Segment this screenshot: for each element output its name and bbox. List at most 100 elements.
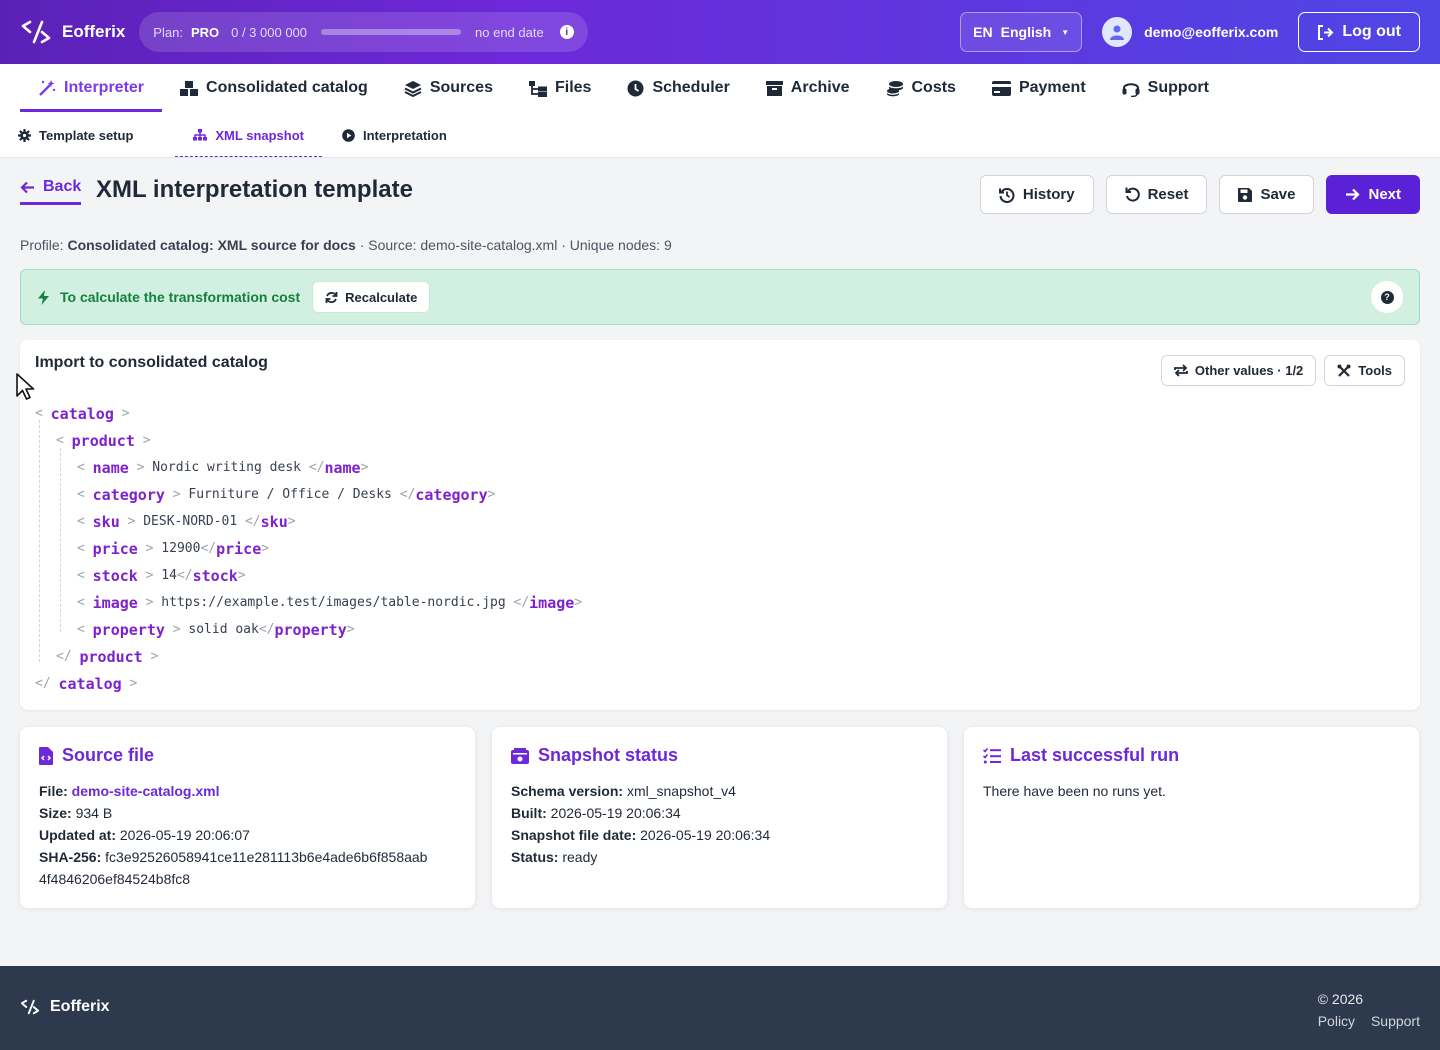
nav-item-consolidated-catalog[interactable]: Consolidated catalog xyxy=(162,64,386,112)
footer-support-link[interactable]: Support xyxy=(1371,1013,1420,1029)
recalculate-button[interactable]: Recalculate xyxy=(312,281,431,313)
next-button[interactable]: Next xyxy=(1326,175,1420,214)
profile-info: Profile: Consolidated catalog: XML sourc… xyxy=(20,237,672,253)
tab-label: XML snapshot xyxy=(215,127,304,143)
reset-button[interactable]: Reset xyxy=(1105,175,1208,214)
gear-icon xyxy=(18,128,31,142)
brand[interactable]: Eofferix xyxy=(20,20,125,44)
xml-field-stock[interactable]: < stock > 14 </stock > xyxy=(35,562,582,589)
play-circle-icon xyxy=(342,128,355,142)
sub-nav: Template setup XML snapshot Interpretati… xyxy=(0,112,1440,158)
recalculate-label: Recalculate xyxy=(345,289,418,305)
xml-field-sku[interactable]: < sku > DESK-NORD-01 </sku > xyxy=(35,508,582,535)
file-sha: fc3e92526058941ce11e281113b6e4ade6b6f858… xyxy=(105,849,428,865)
nav-item-interpreter[interactable]: Interpreter xyxy=(20,64,163,112)
tab-template-setup[interactable]: Template setup xyxy=(18,112,155,158)
source-file-card: Source file File: demo-site-catalog.xml … xyxy=(20,727,475,908)
nav-item-files[interactable]: Files xyxy=(511,64,609,112)
tab-xml-snapshot[interactable]: XML snapshot xyxy=(175,112,322,158)
back-link[interactable]: Back xyxy=(20,178,82,205)
nav-item-support[interactable]: Support xyxy=(1104,64,1227,112)
magic-wand-icon xyxy=(39,80,56,96)
nav-item-sources[interactable]: Sources xyxy=(386,64,511,112)
nav-item-costs[interactable]: Costs xyxy=(868,64,974,112)
logout-button[interactable]: Log out xyxy=(1298,12,1420,52)
tools-icon xyxy=(1337,364,1351,377)
clock-icon xyxy=(627,80,644,96)
footer-brand[interactable]: Eofferix xyxy=(20,998,110,1016)
tree-guide xyxy=(60,448,61,632)
tools-button[interactable]: Tools xyxy=(1324,355,1405,386)
xml-field-property[interactable]: < property > solid oak </property > xyxy=(35,616,582,643)
list-check-icon xyxy=(983,747,1001,763)
source-file-link[interactable]: demo-site-catalog.xml xyxy=(72,783,220,799)
language-selector[interactable]: EN English ▼ xyxy=(960,12,1083,52)
save-label: Save xyxy=(1260,186,1296,203)
profile-label: Profile: xyxy=(20,237,64,253)
reset-label: Reset xyxy=(1147,186,1189,203)
coins-icon xyxy=(886,80,903,96)
nav-item-payment[interactable]: Payment xyxy=(974,64,1104,112)
brand-name: Eofferix xyxy=(62,22,126,41)
arrow-right-icon xyxy=(1346,188,1361,201)
xml-root-open: < catalog > xyxy=(35,404,130,423)
user-icon xyxy=(1110,25,1125,40)
plan-end: no end date xyxy=(475,24,544,40)
xml-field-name[interactable]: < name > Nordic writing desk </name > xyxy=(35,454,582,481)
last-run-title: Last successful run xyxy=(1010,745,1180,765)
last-run-card: Last successful run There have been no r… xyxy=(964,727,1419,908)
nav-label: Files xyxy=(554,79,592,96)
plan-name: PRO xyxy=(190,24,220,40)
xml-field-image[interactable]: < image > https://example.test/images/ta… xyxy=(35,589,582,616)
source-info: · Source: demo-site-catalog.xml · Unique… xyxy=(359,237,672,253)
xml-card-title: Import to consolidated catalog xyxy=(35,354,268,371)
last-run-text: There have been no runs yet. xyxy=(983,783,1166,799)
file-code-icon xyxy=(39,746,53,765)
camera-box-icon xyxy=(511,747,529,764)
logo-icon xyxy=(20,999,40,1015)
plan-pill: Plan: PRO 0 / 3 000 000 no end date i xyxy=(139,12,588,52)
next-label: Next xyxy=(1368,186,1401,203)
tab-interpretation[interactable]: Interpretation xyxy=(342,112,469,158)
layers-icon xyxy=(404,80,422,97)
chevron-down-icon: ▼ xyxy=(1061,27,1070,37)
info-icon[interactable]: i xyxy=(559,25,574,39)
xml-item-close: </ product > xyxy=(56,647,159,666)
profile-value: Consolidated catalog: XML source for doc… xyxy=(67,237,356,253)
user-email: demo@eofferix.com xyxy=(1144,24,1279,40)
xml-field-price[interactable]: < price > 12900 </price > xyxy=(35,535,582,562)
xml-tree: < catalog > < product > < name > Nordic … xyxy=(35,400,582,697)
plan-label: Plan: xyxy=(153,24,183,40)
snapshot-status-title: Snapshot status xyxy=(538,745,679,765)
nav-label: Support xyxy=(1147,79,1209,96)
source-file-title: Source file xyxy=(62,745,155,765)
bolt-icon xyxy=(38,289,49,305)
xml-item-open: < product > xyxy=(56,431,151,450)
back-label: Back xyxy=(43,178,82,195)
save-button[interactable]: Save xyxy=(1219,175,1315,214)
nav-item-archive[interactable]: Archive xyxy=(748,64,868,112)
tree-guide xyxy=(39,420,40,662)
other-values-label: Other values · 1/2 xyxy=(1194,363,1304,378)
footer: Eofferix © 2026 Policy Support xyxy=(0,966,1440,1050)
sitemap-icon xyxy=(193,129,208,141)
snapshot-file-date: 2026-05-19 20:06:34 xyxy=(640,827,771,843)
history-button[interactable]: History xyxy=(979,175,1094,214)
other-values-button[interactable]: Other values · 1/2 xyxy=(1160,355,1317,386)
snapshot-built: 2026-05-19 20:06:34 xyxy=(550,805,681,821)
sign-out-icon xyxy=(1318,24,1334,40)
policy-link[interactable]: Policy xyxy=(1318,1013,1355,1029)
question-icon: ? xyxy=(1380,290,1394,304)
credit-card-icon xyxy=(991,80,1011,96)
nav-label: Archive xyxy=(790,79,850,96)
snapshot-status-card: Snapshot status Schema version: xml_snap… xyxy=(492,727,947,908)
main-nav: Interpreter Consolidated catalog Sources… xyxy=(0,64,1440,112)
nav-item-scheduler[interactable]: Scheduler xyxy=(609,64,747,112)
user-menu[interactable]: demo@eofferix.com xyxy=(1102,17,1278,47)
xml-field-category[interactable]: < category > Furniture / Office / Desks … xyxy=(35,481,582,508)
undo-icon xyxy=(1125,187,1140,202)
plan-usage: 0 / 3 000 000 xyxy=(231,24,308,40)
help-button[interactable]: ? xyxy=(1371,281,1403,313)
arrow-left-icon xyxy=(20,181,34,193)
logo-icon xyxy=(21,20,51,44)
